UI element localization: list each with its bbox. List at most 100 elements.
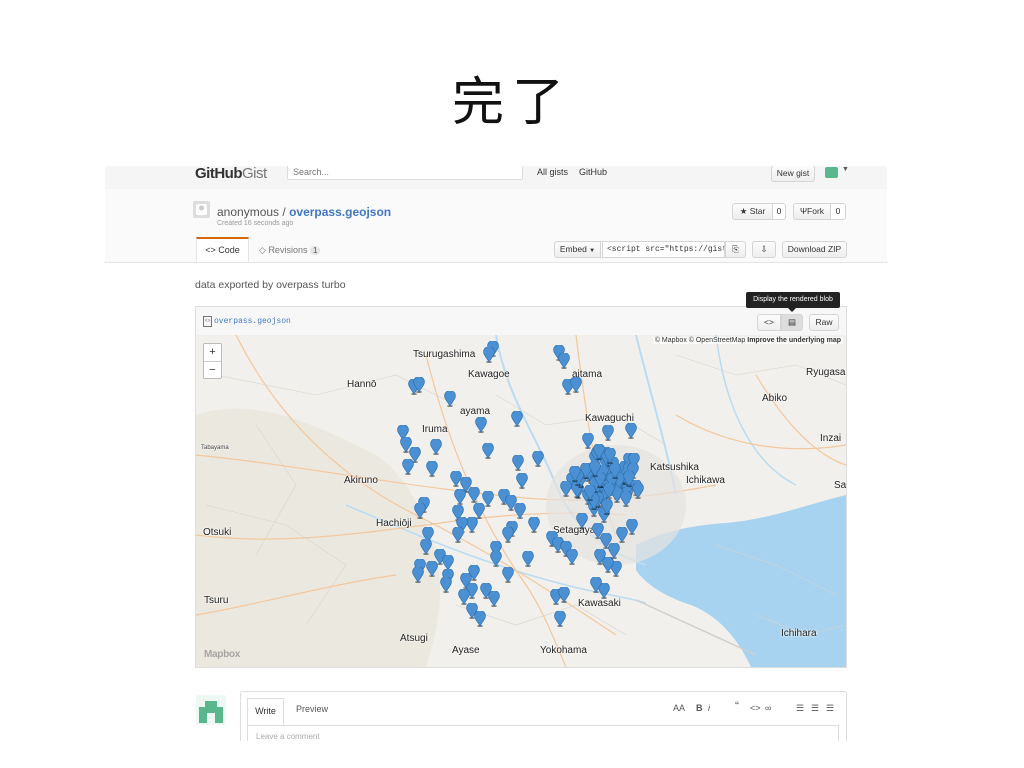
map-marker-icon[interactable] [620,491,633,508]
map-marker-icon[interactable] [608,543,620,559]
map-marker-icon[interactable] [589,460,601,477]
map-marker-icon[interactable] [454,489,466,505]
map-marker-icon[interactable] [488,591,500,607]
map-marker-icon[interactable] [566,549,578,565]
copy-clipboard-button[interactable]: ⎘ [725,241,746,258]
link-icon[interactable]: ∞ [765,703,771,713]
embed-dropdown[interactable]: Embed ▼ [554,241,601,258]
map-label: ayama [460,406,491,417]
map-marker-icon[interactable] [444,391,456,407]
map-marker-icon[interactable] [584,484,597,501]
rendered-view-button[interactable]: ▤ [781,314,803,331]
map-marker-icon[interactable] [622,470,635,487]
map-marker-icon[interactable] [430,439,442,455]
comment-form: Write Preview AA B i “ <> ∞ ☰ ☰ ☰ Leave … [240,691,847,741]
map-marker-icon[interactable] [626,519,638,535]
map-marker-icon[interactable] [468,487,480,503]
map-marker-icon[interactable] [413,377,425,393]
map-marker-icon[interactable] [594,549,606,565]
zoom-in-button[interactable]: + [204,344,221,362]
code-icon[interactable]: <> [750,703,761,713]
map-marker-icon[interactable] [609,463,621,480]
new-gist-button[interactable]: New gist [771,166,815,182]
identicon-icon [199,701,223,723]
map-marker-icon[interactable] [604,448,617,465]
tab-code[interactable]: <> Code [196,237,249,262]
embed-code-input[interactable]: <script src="https://gist. [602,241,725,258]
map-marker-icon[interactable] [558,353,570,369]
attribution-text[interactable]: © Mapbox © OpenStreetMap [655,337,745,344]
bold-icon[interactable]: B [696,703,703,713]
map-marker-icon[interactable] [426,461,438,477]
ordered-list-icon[interactable]: ☰ [811,703,819,714]
map-marker-icon[interactable] [516,473,528,489]
map-marker-icon[interactable] [590,577,602,593]
map-marker-icon[interactable] [414,503,426,519]
map-marker-icon[interactable] [569,466,581,483]
map-marker-icon[interactable] [502,567,514,583]
tab-code-label: Code [218,245,240,255]
gist-name-link[interactable]: overpass.geojson [289,205,391,219]
task-list-icon[interactable]: ☰ [826,703,834,714]
commenter-avatar [196,695,226,725]
map-marker-icon[interactable] [502,527,514,543]
tab-write[interactable]: Write [247,698,284,725]
file-name-link[interactable]: overpass.geojson [214,317,291,326]
map-marker-icon[interactable] [420,539,432,555]
fork-button[interactable]: ΨFork [793,203,831,220]
github-gist-logo[interactable]: GitHubGist [195,166,267,181]
map-marker-icon[interactable] [483,347,495,363]
star-count: 0 [773,203,786,220]
map-marker-icon[interactable] [511,411,523,427]
open-desktop-button[interactable]: ⇩ [752,241,776,258]
owner-link[interactable]: anonymous [217,205,279,219]
map-marker-icon[interactable] [532,451,544,467]
map-marker-icon[interactable] [474,611,486,627]
map-marker-icon[interactable] [602,425,614,441]
map-marker-icon[interactable] [412,567,424,583]
download-zip-button[interactable]: Download ZIP [782,241,847,258]
italic-icon[interactable]: i [708,703,710,713]
map-marker-icon[interactable] [554,611,566,627]
improve-map-link[interactable]: Improve the underlying map [747,337,841,344]
map-marker-icon[interactable] [570,377,582,393]
map-marker-icon[interactable] [440,577,452,593]
map-marker-icon[interactable] [560,481,572,497]
map-view[interactable]: © Mapbox © OpenStreetMap Improve the und… [196,335,846,667]
map-marker-icon[interactable] [452,527,464,543]
map-marker-icon[interactable] [576,513,588,529]
chevron-down-icon[interactable]: ▼ [842,166,849,173]
star-button[interactable]: ★ Star [732,203,773,220]
map-marker-icon[interactable] [482,443,494,459]
map-marker-icon[interactable] [475,417,487,433]
source-view-button[interactable]: <> [757,314,781,331]
map-label: Iruma [422,424,448,435]
map-marker-icon[interactable] [528,517,540,533]
map-marker-icon[interactable] [402,459,414,475]
nav-github[interactable]: GitHub [579,167,607,177]
zoom-out-button[interactable]: − [204,362,221,379]
raw-button[interactable]: Raw [809,314,839,331]
fork-count: 0 [831,203,846,220]
revisions-icon: ◇ [259,245,266,255]
map-marker-icon[interactable] [490,551,502,567]
map-marker-icon[interactable] [522,551,534,567]
tab-preview[interactable]: Preview [296,704,328,714]
map-marker-icon[interactable] [625,423,637,439]
nav-all-gists[interactable]: All gists [537,167,568,177]
map-marker-icon[interactable] [558,587,570,603]
map-marker-icon[interactable] [603,483,616,500]
unordered-list-icon[interactable]: ☰ [796,703,804,714]
map-marker-icon[interactable] [512,455,524,471]
map-marker-icon[interactable] [426,561,438,577]
map-marker-icon[interactable] [514,503,526,519]
map-label: Ichihara [781,628,817,639]
file-header: <> overpass.geojson <> ▤ Raw [196,307,846,336]
tab-revisions[interactable]: ◇ Revisions 1 [259,245,321,256]
quote-icon[interactable]: “ [735,699,739,713]
user-avatar[interactable] [825,167,838,178]
comment-textarea[interactable]: Leave a comment [247,725,839,741]
search-input[interactable] [287,166,523,180]
map-label: Ichikawa [686,475,725,486]
text-size-icon[interactable]: AA [673,703,685,713]
